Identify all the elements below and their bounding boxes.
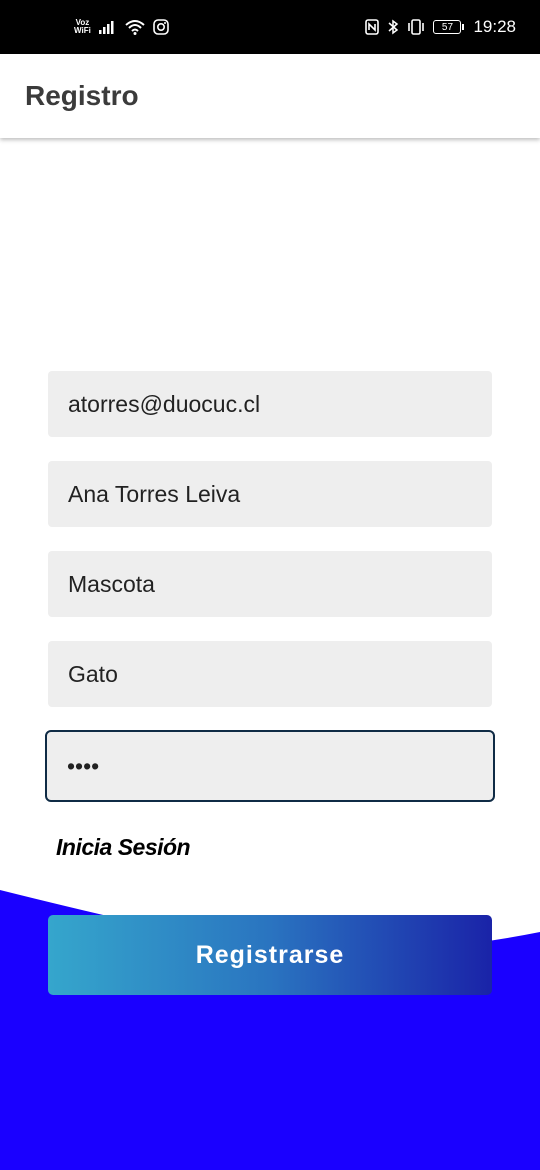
register-button-label: Registrarse <box>195 940 345 969</box>
name-value: Ana Torres Leiva <box>68 480 241 507</box>
page-title: Registro <box>25 80 139 111</box>
field-3[interactable]: Mascota <box>48 551 492 617</box>
password-value: •••• <box>67 752 100 779</box>
email-field[interactable]: atorres@duocuc.cl <box>48 371 492 437</box>
login-link[interactable]: Inicia Sesión <box>56 834 191 861</box>
wifi-line: WiFi <box>74 26 91 35</box>
battery-icon: 57 <box>433 20 465 34</box>
app-bar: Registro <box>0 54 540 138</box>
clock: 19:28 <box>473 17 516 36</box>
field-3-value: Mascota <box>68 570 155 597</box>
vibrate-icon <box>407 19 425 35</box>
email-value: atorres@duocuc.cl <box>68 390 261 417</box>
instagram-icon <box>153 19 169 35</box>
voz-wifi-label: Voz WiFi <box>74 19 91 35</box>
status-right: 57 19:28 <box>365 17 516 37</box>
register-button[interactable]: Registrarse <box>48 915 492 995</box>
signal-icon <box>98 20 117 34</box>
name-field[interactable]: Ana Torres Leiva <box>48 461 492 527</box>
nfc-icon <box>365 19 380 35</box>
status-bar: Voz WiFi 57 19:28 <box>0 0 540 54</box>
field-4-value: Gato <box>68 660 118 687</box>
bluetooth-icon <box>387 19 399 35</box>
wifi-icon <box>125 19 145 35</box>
password-field[interactable]: •••• <box>45 730 495 802</box>
field-4[interactable]: Gato <box>48 641 492 707</box>
status-left: Voz WiFi <box>74 19 169 35</box>
